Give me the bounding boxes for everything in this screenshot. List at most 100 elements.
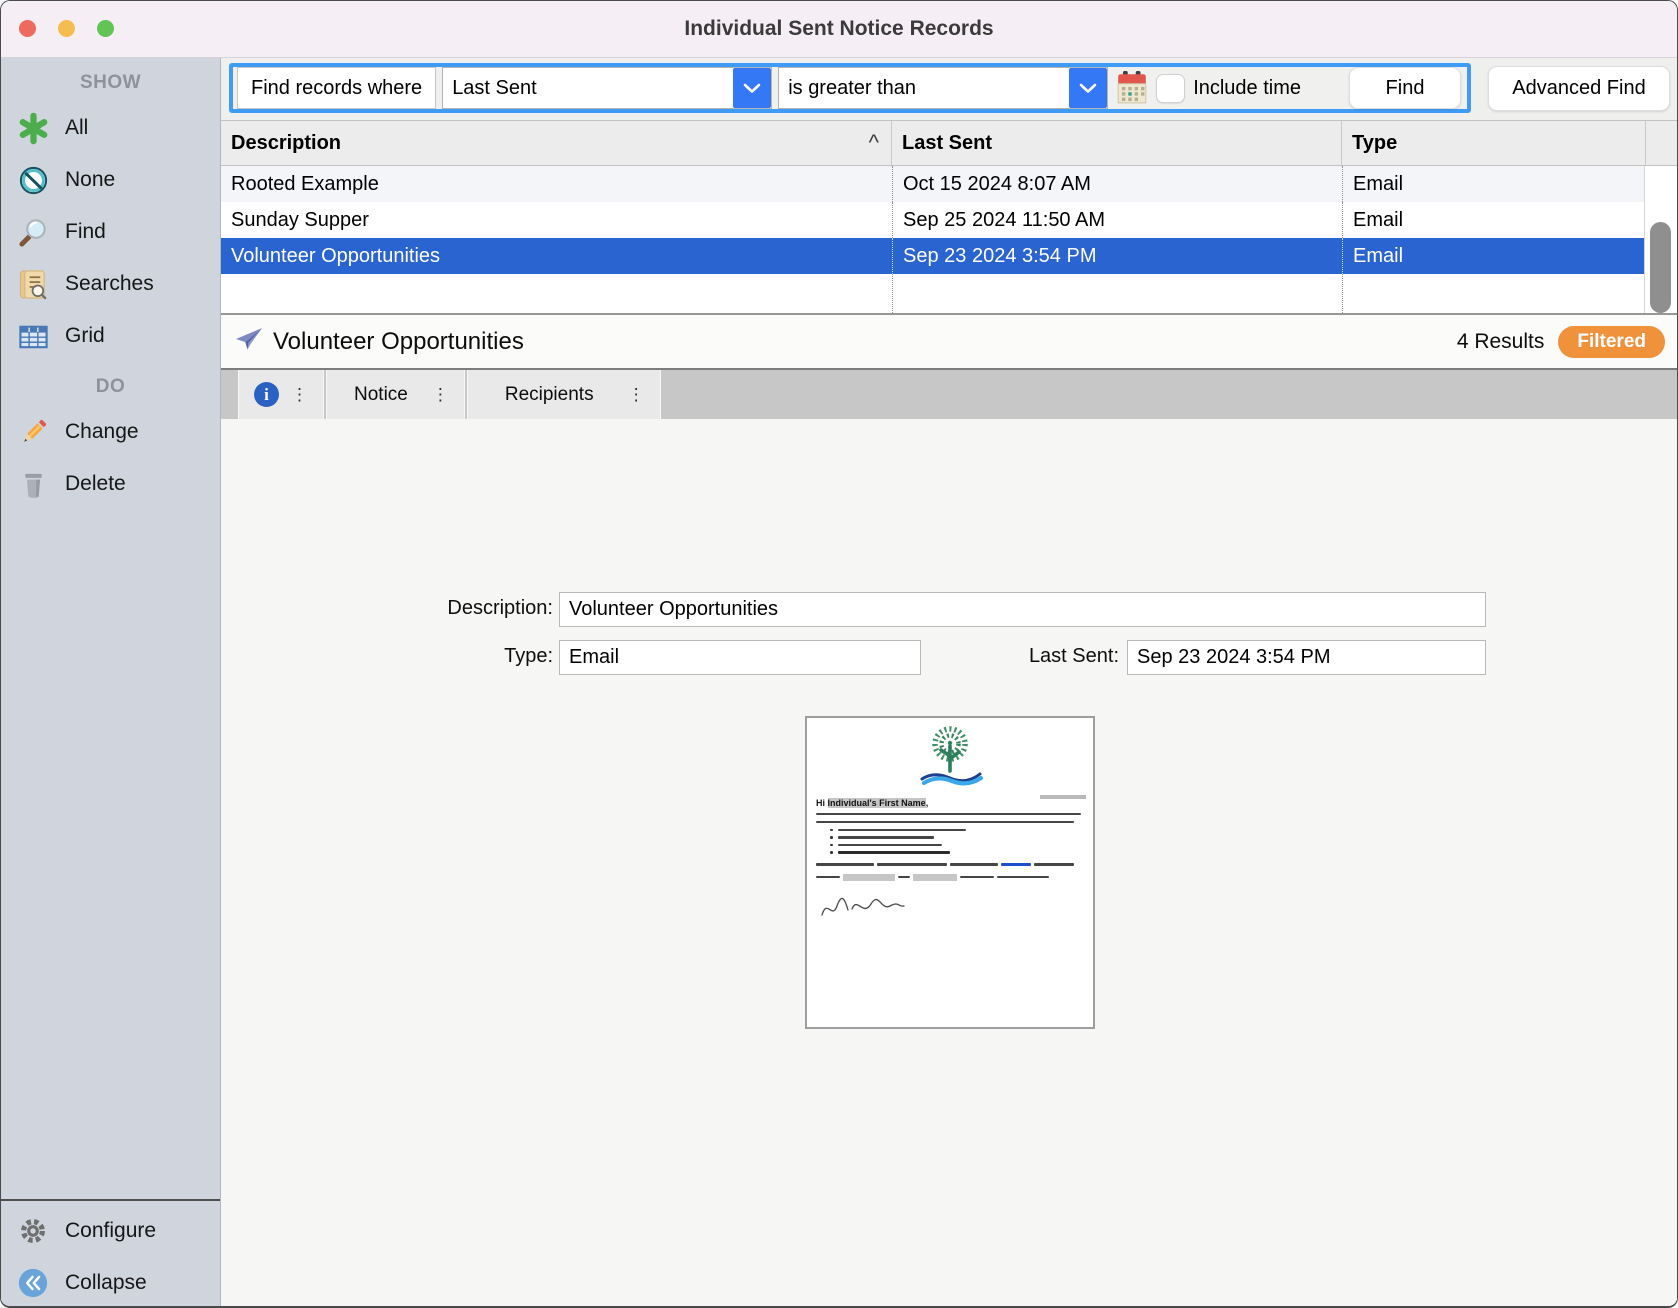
tab-label: Notice xyxy=(342,384,420,406)
include-time-checkbox[interactable] xyxy=(1156,74,1185,103)
content-area: Find records where Last Sent is greater … xyxy=(221,58,1677,1308)
advanced-find-button[interactable]: Advanced Find xyxy=(1488,66,1670,111)
prohibited-icon xyxy=(16,163,50,197)
tab-label: Recipients xyxy=(483,384,616,406)
results-count: 4 Results xyxy=(1457,330,1545,354)
results-table-body: Rooted Example Oct 15 2024 8:07 AM Email… xyxy=(221,166,1677,313)
record-header: Volunteer Opportunities 4 Results Filter… xyxy=(221,315,1677,370)
pencil-icon xyxy=(16,415,50,449)
filtered-badge[interactable]: Filtered xyxy=(1558,326,1665,358)
description-label: Description: xyxy=(351,597,553,620)
sidebar-item-label: Find xyxy=(65,220,106,244)
cell-description: Rooted Example xyxy=(221,166,892,202)
notice-preview-thumbnail[interactable]: Hi Individual's First Name, xyxy=(805,716,1095,1029)
window-title: Individual Sent Notice Records xyxy=(684,17,993,41)
cell-description: Sunday Supper xyxy=(221,202,892,238)
tab-menu-handle-icon[interactable]: ⋮ xyxy=(432,386,449,403)
grid-table-icon xyxy=(16,319,50,353)
table-row[interactable]: Rooted Example Oct 15 2024 8:07 AM Email xyxy=(221,166,1677,202)
preview-merge-line xyxy=(816,874,1084,881)
column-header-type[interactable]: Type xyxy=(1342,121,1646,165)
cell-last-sent: Oct 15 2024 8:07 AM xyxy=(892,166,1342,202)
preview-link-line xyxy=(816,863,1084,867)
table-scrollbar[interactable] xyxy=(1644,166,1677,313)
tab-notice[interactable]: Notice ⋮ xyxy=(326,370,465,419)
sidebar-item-collapse[interactable]: Collapse xyxy=(1,1257,220,1308)
sidebar-item-label: All xyxy=(65,116,88,140)
merge-field: Individual's First Name xyxy=(828,798,926,808)
sort-ascending-icon[interactable]: ^ xyxy=(869,130,879,156)
table-scrollbar-thumb[interactable] xyxy=(1650,222,1671,313)
magnifier-icon xyxy=(16,215,50,249)
include-time-label: Include time xyxy=(1193,77,1301,100)
type-field[interactable]: Email xyxy=(559,640,921,675)
description-field[interactable]: Volunteer Opportunities xyxy=(559,592,1486,627)
sidebar-item-delete[interactable]: Delete xyxy=(1,458,220,510)
results-table: Description ^ Last Sent Type Rooted Exam… xyxy=(221,120,1677,315)
sidebar-item-label: Change xyxy=(65,420,139,444)
gear-icon xyxy=(16,1214,50,1248)
sidebar-item-none[interactable]: None xyxy=(1,154,220,206)
asterisk-icon xyxy=(16,111,50,145)
results-table-header: Description ^ Last Sent Type xyxy=(221,121,1677,166)
cell-last-sent: Sep 25 2024 11:50 AM xyxy=(892,202,1342,238)
collapse-chevrons-icon xyxy=(16,1266,50,1300)
sidebar: SHOW All None Find xyxy=(1,58,221,1308)
sidebar-item-label: Grid xyxy=(65,324,105,348)
find-button[interactable]: Find xyxy=(1349,67,1461,109)
titlebar: Individual Sent Notice Records xyxy=(1,1,1677,58)
record-title: Volunteer Opportunities xyxy=(273,328,524,356)
tab-recipients[interactable]: Recipients ⋮ xyxy=(467,370,661,419)
tab-menu-handle-icon[interactable]: ⋮ xyxy=(628,386,645,403)
find-criteria-group: Find records where Last Sent is greater … xyxy=(229,63,1471,113)
last-sent-field[interactable]: Sep 23 2024 3:54 PM xyxy=(1127,640,1486,675)
preview-body: Hi Individual's First Name, xyxy=(807,792,1093,928)
sidebar-item-find[interactable]: Find xyxy=(1,206,220,258)
chevron-down-icon xyxy=(1069,68,1107,108)
operator-select[interactable]: is greater than xyxy=(778,67,1108,109)
sidebar-item-label: None xyxy=(65,168,115,192)
paper-plane-icon xyxy=(235,327,264,357)
table-row[interactable]: Sunday Supper Sep 25 2024 11:50 AM Email xyxy=(221,202,1677,238)
field-select[interactable]: Last Sent xyxy=(442,67,772,109)
preview-text-line xyxy=(816,812,1084,816)
sidebar-item-label: Searches xyxy=(65,272,154,296)
sidebar-do-header: DO xyxy=(1,368,220,406)
cell-last-sent: Sep 23 2024 3:54 PM xyxy=(892,238,1342,274)
column-header-description[interactable]: Description ^ xyxy=(221,121,892,165)
operator-select-value: is greater than xyxy=(779,77,1069,100)
tree-logo xyxy=(912,726,988,792)
tab-menu-handle-icon[interactable]: ⋮ xyxy=(291,386,308,403)
chevron-down-icon xyxy=(733,68,771,108)
tab-bar: i ⋮ Notice ⋮ Recipients ⋮ xyxy=(221,370,1677,419)
sidebar-item-label: Collapse xyxy=(65,1271,147,1295)
sidebar-item-configure[interactable]: Configure xyxy=(1,1205,220,1257)
find-records-where-label: Find records where xyxy=(237,67,436,109)
calendar-icon[interactable] xyxy=(1114,68,1150,108)
sidebar-item-change[interactable]: Change xyxy=(1,406,220,458)
column-header-last-sent[interactable]: Last Sent xyxy=(892,121,1342,165)
sidebar-item-searches[interactable]: Searches xyxy=(1,258,220,310)
table-row-selected[interactable]: Volunteer Opportunities Sep 23 2024 3:54… xyxy=(221,238,1677,274)
tab-info[interactable]: i ⋮ xyxy=(238,370,324,419)
traffic-lights xyxy=(19,20,114,37)
sidebar-item-grid[interactable]: Grid xyxy=(1,310,220,362)
preview-meta-line xyxy=(1040,795,1086,799)
sidebar-footer: Configure Collapse xyxy=(1,1199,220,1308)
scroll-search-icon xyxy=(16,267,50,301)
sidebar-item-label: Delete xyxy=(65,472,126,496)
close-window-button[interactable] xyxy=(19,20,36,37)
sidebar-item-label: Configure xyxy=(65,1219,156,1243)
table-empty-area xyxy=(221,274,1677,313)
app-window: Individual Sent Notice Records SHOW All … xyxy=(0,0,1678,1308)
preview-greeting: Hi Individual's First Name, xyxy=(816,798,1084,808)
sidebar-item-all[interactable]: All xyxy=(1,102,220,154)
sidebar-show-header: SHOW xyxy=(1,64,220,102)
cell-type: Email xyxy=(1342,202,1646,238)
cell-description: Volunteer Opportunities xyxy=(221,238,892,274)
info-icon: i xyxy=(254,382,279,407)
type-label: Type: xyxy=(351,645,553,668)
minimize-window-button[interactable] xyxy=(58,20,75,37)
record-detail-panel: Description: Volunteer Opportunities Typ… xyxy=(221,419,1677,1308)
zoom-window-button[interactable] xyxy=(97,20,114,37)
